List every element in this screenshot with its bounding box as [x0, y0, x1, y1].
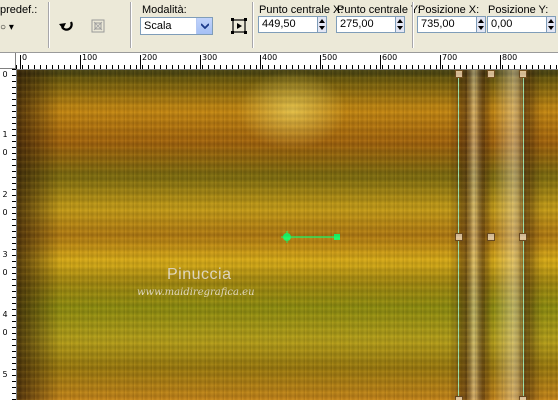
mode-select[interactable]: Scala — [140, 17, 213, 35]
ruler-label: 0 — [2, 70, 8, 79]
toolbar-separator — [130, 2, 132, 48]
ruler-label: 0 — [2, 328, 8, 337]
ruler-label: 600 — [382, 53, 398, 62]
toolbar-separator — [252, 2, 254, 48]
mode-label: Modalità: — [142, 4, 187, 16]
toolbar-separator — [412, 2, 414, 48]
frame-handle[interactable] — [455, 233, 463, 241]
frame-handle[interactable] — [519, 70, 527, 78]
ruler-label: 300 — [202, 53, 218, 62]
image-canvas[interactable]: Pinuccia www.maidiregrafica.eu — [17, 70, 558, 400]
toolbar-separator — [48, 2, 50, 48]
ruler-label: 700 — [442, 53, 458, 62]
horizontal-ruler[interactable]: 0 100 200 300 400 500 600 700 800 — [16, 53, 558, 70]
pick-frame-button[interactable] — [228, 15, 250, 37]
undo-arrow-icon — [59, 21, 73, 31]
position-y-spinner[interactable] — [547, 16, 556, 33]
frame-handle[interactable] — [455, 70, 463, 78]
rotation-handle-icon[interactable] — [279, 230, 343, 244]
light-highlight — [237, 70, 347, 150]
frame-handle[interactable] — [519, 233, 527, 241]
rotate-reset-button[interactable] — [56, 15, 78, 37]
mode-select-value: Scala — [144, 20, 172, 32]
tool-options-toolbar: predef.: ○ ▾ Modalità: Scala Punto centr… — [0, 0, 558, 53]
ruler-label: 0 — [22, 53, 28, 62]
center-y-spinner[interactable] — [396, 16, 405, 33]
center-x-input[interactable]: 449,50 — [258, 16, 318, 33]
watermark-url: www.maidiregrafica.eu — [137, 287, 255, 298]
chevron-down-icon[interactable] — [196, 18, 212, 34]
ruler-minor-ticks — [16, 65, 558, 69]
ruler-label: 500 — [322, 53, 338, 62]
ruler-minor-ticks — [12, 69, 16, 400]
position-x-input[interactable]: 735,00 — [417, 16, 477, 33]
transform-reset-icon — [91, 19, 105, 33]
ruler-label: 0 — [2, 208, 8, 217]
preset-label: predef.: — [0, 4, 38, 16]
frame-handle[interactable] — [487, 70, 495, 78]
ruler-label: 800 — [502, 53, 518, 62]
frame-handle[interactable] — [519, 396, 527, 400]
frame-handle[interactable] — [455, 396, 463, 400]
position-y-label: Posizione Y: — [488, 4, 549, 16]
center-y-input[interactable]: 275,00 — [336, 16, 396, 33]
ruler-corner — [0, 53, 16, 69]
center-x-label: Punto centrale X: — [259, 4, 344, 16]
center-handle[interactable] — [487, 233, 495, 241]
ruler-label: 1 — [2, 130, 8, 139]
reset-transform-button[interactable] — [87, 15, 109, 37]
ruler-label: 3 — [2, 250, 8, 259]
deform-bounding-frame — [458, 70, 524, 400]
watermark-name: Pinuccia — [167, 266, 232, 283]
ruler-label: 100 — [82, 53, 98, 62]
frame-select-icon — [231, 18, 247, 34]
ruler-label: 0 — [2, 148, 8, 157]
ruler-label: 5 — [2, 370, 8, 379]
position-y-input[interactable]: 0,00 — [487, 16, 547, 33]
center-x-spinner[interactable] — [318, 16, 327, 33]
ruler-label: 4 — [2, 310, 8, 319]
ruler-label: 0 — [2, 268, 8, 277]
position-x-spinner[interactable] — [477, 16, 486, 33]
vertical-ruler[interactable]: 0 1 0 2 0 3 0 4 0 5 — [0, 69, 17, 400]
ruler-label: 400 — [262, 53, 278, 62]
preset-dropdown-icon[interactable]: ○ ▾ — [0, 22, 14, 33]
ruler-label: 200 — [142, 53, 158, 62]
position-x-label: Posizione X: — [418, 4, 480, 16]
ruler-label: 2 — [2, 190, 8, 199]
center-y-label: Punto centrale Y: — [337, 4, 421, 16]
